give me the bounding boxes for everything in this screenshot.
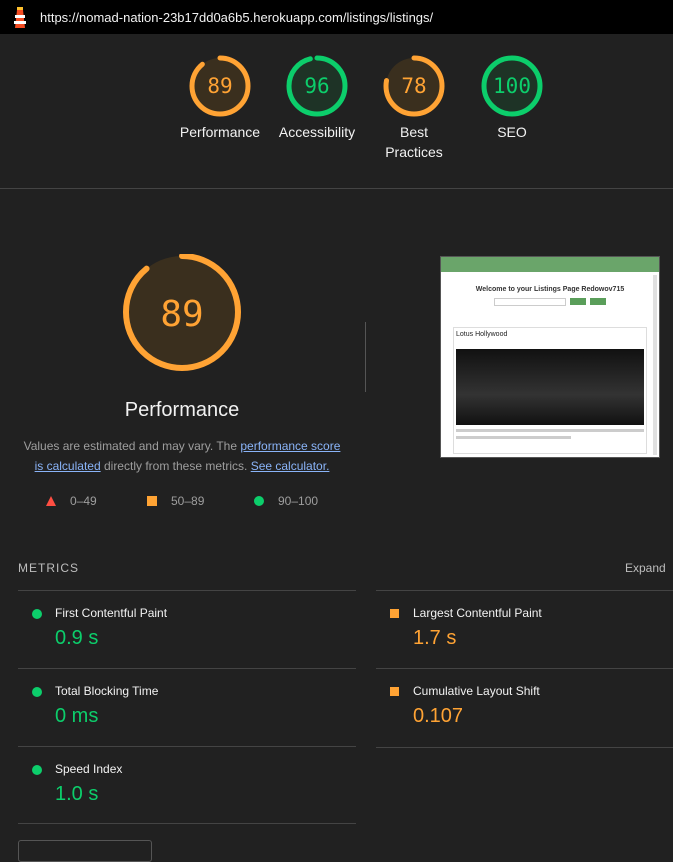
square-icon <box>390 609 399 618</box>
circle-icon <box>32 765 42 775</box>
legend-average-label: 50–89 <box>171 494 205 508</box>
expand-button[interactable]: Expand <box>625 561 666 575</box>
gauge-label: Performance <box>179 124 261 140</box>
thumb-heading: Welcome to your Listings Page Redowov715 <box>475 286 625 293</box>
metric-cls: Cumulative Layout Shift 0.107 <box>376 668 673 748</box>
metric-value: 0 ms <box>55 705 99 727</box>
legend-pass-label: 90–100 <box>278 494 319 508</box>
metric-tbt: Total Blocking Time 0 ms <box>18 668 356 747</box>
circle-icon <box>32 687 42 697</box>
metric-name: Largest Contentful Paint <box>413 606 542 620</box>
metric-fcp: First Contentful Paint 0.9 s <box>18 590 356 669</box>
metric-value: 0.107 <box>413 705 464 727</box>
gauge-best-practices[interactable]: 78 Best Practices <box>364 54 464 162</box>
gauge-label: Best Practices <box>385 124 443 160</box>
metric-name: Total Blocking Time <box>55 684 159 698</box>
circle-icon <box>254 496 264 506</box>
thumb-scrollbar <box>653 275 657 455</box>
gauge-score: 96 <box>304 74 330 98</box>
gauge-score: 100 <box>493 74 531 98</box>
gauge-seo[interactable]: 100 SEO <box>462 54 562 142</box>
thumb-card-title: Lotus Hollywood <box>456 331 508 338</box>
gauge-label: SEO <box>497 124 527 140</box>
metrics-header: METRICS <box>18 561 79 575</box>
metric-lcp: Largest Contentful Paint 1.7 s <box>376 590 673 669</box>
category-gauges: 89 Performance 96 Accessibility 78 Best … <box>0 34 673 189</box>
metric-name: Speed Index <box>55 762 123 776</box>
metric-value: 0.9 s <box>55 627 99 649</box>
legend-average: 50–89 <box>147 494 204 508</box>
square-icon <box>390 687 399 696</box>
metric-value: 1.0 s <box>55 783 99 805</box>
thumb-search-row <box>441 298 659 306</box>
triangle-icon <box>46 496 56 506</box>
divider <box>365 322 366 392</box>
thumb-navbar <box>441 257 659 272</box>
lighthouse-icon <box>14 7 26 28</box>
page-url[interactable]: https://nomad-nation-23b17dd0a6b5.heroku… <box>40 10 433 25</box>
desc-text: Values are estimated and may vary. The <box>23 439 241 453</box>
legend-fail: 0–49 <box>46 494 97 508</box>
square-icon <box>147 496 157 506</box>
thumb-listing-card: Lotus Hollywood <box>453 327 647 454</box>
see-calculator-link[interactable]: See calculator. <box>251 459 330 473</box>
gauge-label: Accessibility <box>278 124 356 140</box>
gauge-score: 89 <box>207 74 233 98</box>
gauge-score: 78 <box>401 74 427 98</box>
metric-value: 1.7 s <box>413 627 457 649</box>
performance-description: Values are estimated and may vary. The p… <box>18 436 346 476</box>
metric-si: Speed Index 1.0 s <box>18 746 356 825</box>
legend-pass: 90–100 <box>254 494 318 508</box>
browser-bar: https://nomad-nation-23b17dd0a6b5.heroku… <box>0 0 673 34</box>
legend-fail-label: 0–49 <box>70 494 97 508</box>
desc-text: directly from these metrics. <box>100 459 251 473</box>
gauge-performance[interactable]: 89 Performance <box>170 54 270 142</box>
divider <box>18 823 356 824</box>
metric-name: First Contentful Paint <box>55 606 168 620</box>
metric-name: Cumulative Layout Shift <box>413 684 540 698</box>
page-screenshot-thumbnail[interactable]: Welcome to your Listings Page Redowov715… <box>440 256 660 458</box>
performance-title: Performance <box>124 399 240 421</box>
gauge-accessibility[interactable]: 96 Accessibility <box>267 54 367 142</box>
circle-icon <box>32 609 42 619</box>
thumb-photo <box>456 349 644 425</box>
performance-gauge-large: 89 Performance <box>82 253 282 422</box>
view-treemap-button[interactable] <box>18 840 152 862</box>
performance-score: 89 <box>160 293 204 335</box>
